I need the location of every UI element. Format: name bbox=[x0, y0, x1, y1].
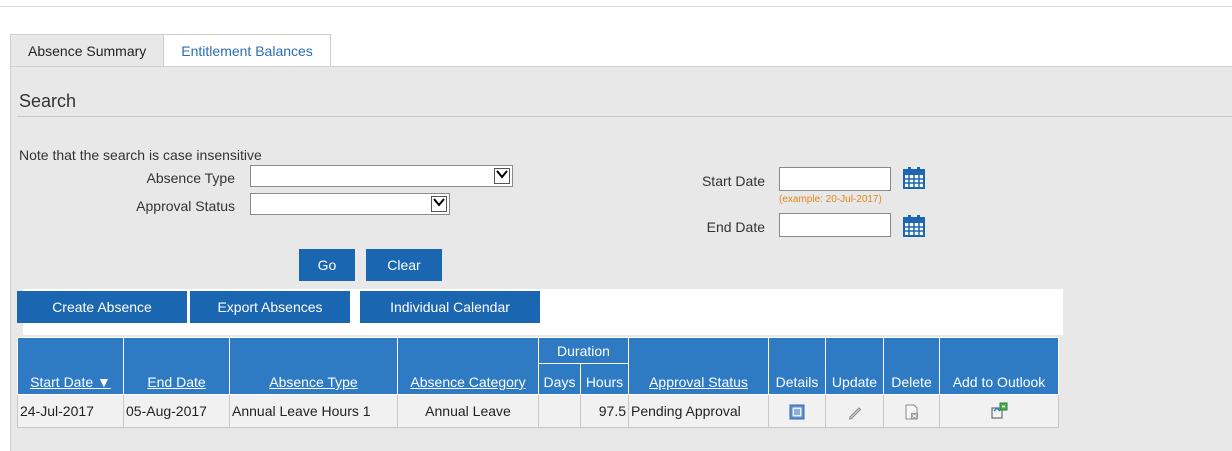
table-row: 24-Jul-2017 05-Aug-2017 Annual Leave Hou… bbox=[17, 394, 1059, 428]
cell-approval-status: Pending Approval bbox=[628, 394, 769, 428]
cell-details bbox=[768, 394, 826, 428]
cell-update bbox=[825, 394, 884, 428]
duration-group-header: Duration bbox=[538, 337, 629, 364]
column-header-approval-status[interactable]: Approval Status bbox=[628, 337, 769, 395]
cell-delete bbox=[883, 394, 940, 428]
column-header-absence-category[interactable]: Absence Category bbox=[397, 337, 539, 395]
start-date-label: Start Date bbox=[701, 173, 765, 189]
cell-absence-type: Annual Leave Hours 1 bbox=[229, 394, 398, 428]
cell-absence-category: Annual Leave bbox=[397, 394, 539, 428]
column-header-hours: Hours bbox=[580, 363, 629, 395]
column-header-add-to-outlook: Add to Outlook bbox=[939, 337, 1059, 395]
cell-end-date: 05-Aug-2017 bbox=[123, 394, 230, 428]
go-button[interactable]: Go bbox=[299, 249, 355, 281]
chevron-down-icon[interactable] bbox=[431, 196, 447, 212]
column-header-absence-type[interactable]: Absence Type bbox=[229, 337, 398, 395]
delete-icon[interactable] bbox=[904, 404, 920, 420]
date-format-example: (example: 20-Jul-2017) bbox=[779, 194, 882, 205]
clear-button[interactable]: Clear bbox=[366, 249, 442, 281]
cell-start-date: 24-Jul-2017 bbox=[17, 394, 124, 428]
cell-add-to-outlook bbox=[939, 394, 1059, 428]
individual-calendar-button[interactable]: Individual Calendar bbox=[360, 291, 540, 323]
tab-bar: Absence Summary Entitlement Balances bbox=[10, 34, 331, 67]
absence-type-select[interactable] bbox=[250, 165, 513, 187]
absence-type-label: Absence Type bbox=[146, 170, 235, 186]
approval-status-select[interactable] bbox=[250, 193, 450, 215]
calendar-icon[interactable] bbox=[903, 167, 925, 189]
search-section-title: Search bbox=[19, 91, 77, 111]
tab-absence-summary[interactable]: Absence Summary bbox=[10, 34, 165, 67]
pencil-icon[interactable] bbox=[847, 404, 863, 420]
start-date-input[interactable] bbox=[779, 167, 891, 191]
end-date-label: End Date bbox=[706, 219, 765, 235]
absence-table: Start Date ▼ End Date Absence Type Absen… bbox=[17, 337, 1059, 428]
column-header-days: Days bbox=[538, 363, 581, 395]
absence-summary-panel: Search Note that the search is case inse… bbox=[10, 66, 1232, 451]
top-divider bbox=[0, 6, 1232, 7]
search-note: Note that the search is case insensitive bbox=[19, 147, 262, 163]
create-absence-button[interactable]: Create Absence bbox=[17, 291, 187, 323]
column-header-details: Details bbox=[768, 337, 826, 395]
cell-days bbox=[538, 394, 581, 428]
column-header-start-date[interactable]: Start Date ▼ bbox=[17, 337, 124, 395]
column-header-update: Update bbox=[825, 337, 884, 395]
column-header-delete: Delete bbox=[883, 337, 940, 395]
tab-entitlement-balances[interactable]: Entitlement Balances bbox=[164, 34, 331, 67]
approval-status-label: Approval Status bbox=[136, 198, 235, 214]
outlook-export-icon[interactable] bbox=[990, 402, 1008, 420]
column-header-end-date[interactable]: End Date bbox=[123, 337, 230, 395]
end-date-input[interactable] bbox=[779, 213, 891, 237]
chevron-down-icon[interactable] bbox=[494, 168, 510, 184]
search-divider bbox=[17, 116, 1232, 117]
sort-descending-icon: ▼ bbox=[97, 374, 111, 390]
details-icon[interactable] bbox=[789, 404, 805, 420]
export-absences-button[interactable]: Export Absences bbox=[190, 291, 350, 323]
start-date-header-label: Start Date bbox=[30, 374, 94, 390]
cell-hours: 97.5 bbox=[580, 394, 629, 428]
calendar-icon[interactable] bbox=[903, 215, 925, 237]
